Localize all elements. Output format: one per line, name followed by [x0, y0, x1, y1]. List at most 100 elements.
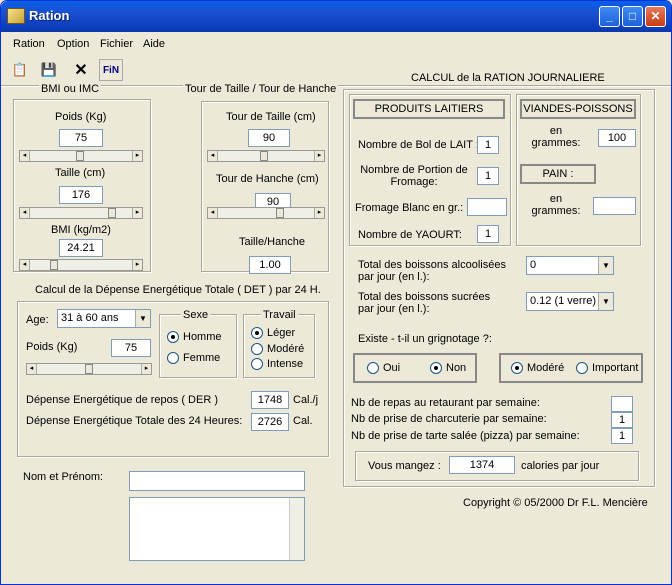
chevron-down-icon[interactable]: ▼ [598, 257, 613, 274]
app-icon [7, 8, 25, 24]
bol-field[interactable]: 1 [477, 136, 499, 154]
calories-unit: calories par jour [521, 460, 600, 472]
tour-group-title: Tour de Taille / Tour de Hanche [183, 83, 339, 95]
chevron-down-icon[interactable]: ▼ [598, 293, 613, 310]
menu-aide[interactable]: Aide [143, 38, 165, 50]
notes-textarea[interactable] [129, 497, 305, 561]
radio-on-icon [430, 362, 442, 374]
maximize-button[interactable]: □ [622, 6, 643, 27]
det-total-label: Dépense Energétique Totale des 24 Heures… [26, 415, 243, 427]
bmi-taille-field[interactable]: 176 [59, 186, 103, 204]
alcool-select[interactable]: 0 ▼ [526, 256, 614, 275]
important-label: Important [592, 362, 639, 374]
bmi-poids-label: Poids (Kg) [55, 111, 107, 123]
restaurant-field[interactable] [611, 396, 633, 412]
alcool-value: 0 [530, 259, 537, 271]
nom-field[interactable] [129, 471, 305, 491]
title-bar[interactable]: Ration _ □ ✕ [1, 1, 671, 32]
det-poids-label: Poids (Kg) [26, 341, 78, 353]
radio-off-icon [167, 352, 179, 364]
radio-intense[interactable]: Intense [251, 358, 303, 370]
chevron-down-icon[interactable]: ▼ [135, 310, 150, 327]
travail-title: Travail [261, 309, 298, 321]
close-button[interactable]: ✕ [645, 6, 666, 27]
radio-on-icon [511, 362, 523, 374]
tour-ratio-field: 1.00 [249, 256, 291, 274]
menu-ration[interactable]: Ration [13, 38, 45, 50]
clipboard-icon[interactable]: 📋 [9, 59, 31, 81]
tarte-field[interactable]: 1 [611, 428, 633, 444]
der-label: Dépense Energétique de repos ( DER ) [26, 394, 218, 406]
radio-off-icon [251, 358, 263, 370]
age-value: 31 à 60 ans [61, 312, 119, 324]
fin-button[interactable]: FiN [99, 59, 123, 81]
save-icon[interactable]: 💾 [38, 59, 60, 81]
tour-taille-label: Tour de Taille (cm) [226, 111, 316, 123]
menu-option[interactable]: Option [57, 38, 89, 50]
radio-on-icon [167, 331, 179, 343]
radio-important[interactable]: Important [576, 362, 638, 374]
menu-fichier[interactable]: Fichier [100, 38, 133, 50]
tarte-label: Nb de prise de tarte salée (pizza) par s… [351, 430, 580, 442]
bmi-taille-slider[interactable]: ◂ ▸ [19, 207, 143, 219]
bmi-value-label: BMI (kg/m2) [51, 224, 111, 236]
radio-grig-modere[interactable]: Modéré [511, 362, 564, 374]
close-icon[interactable]: ✕ [70, 59, 92, 81]
radio-off-icon [251, 343, 263, 355]
radio-off-icon [576, 362, 588, 374]
viandes-unit: en grammes: [531, 125, 581, 149]
modere-label: Modéré [267, 343, 305, 355]
femme-label: Femme [183, 352, 221, 364]
grig-modere-label: Modéré [527, 362, 565, 374]
pain-field[interactable] [593, 197, 636, 215]
homme-label: Homme [183, 331, 222, 343]
fromage-blanc-label: Fromage Blanc en gr.: [355, 202, 464, 214]
det-poids-slider[interactable]: ◂ ▸ [26, 363, 152, 375]
tour-taille-slider[interactable]: ◂ ▸ [207, 150, 325, 162]
fromage-field[interactable]: 1 [477, 167, 499, 185]
alcool-label: Total des boissons alcoolisées par jour … [358, 259, 506, 283]
det-unit: Cal. [293, 415, 313, 427]
minimize-button[interactable]: _ [599, 6, 620, 27]
yaourt-field[interactable]: 1 [477, 225, 499, 243]
copyright: Copyright © 05/2000 Dr F.L. Mencière [463, 497, 648, 509]
intense-label: Intense [267, 358, 304, 370]
radio-on-icon [251, 327, 263, 339]
tour-taille-field[interactable]: 90 [248, 129, 290, 147]
charcuterie-field[interactable]: 1 [611, 412, 633, 428]
radio-modere[interactable]: Modéré [251, 343, 304, 355]
bmi-value-slider[interactable]: ◂ ▸ [19, 259, 143, 271]
grignotage-label: Existe - t-il un grignotage ?: [358, 333, 492, 345]
oui-label: Oui [383, 362, 401, 374]
nom-label: Nom et Prénom: [23, 471, 104, 483]
tour-hanche-slider[interactable]: ◂ ▸ [207, 207, 325, 219]
sucre-select[interactable]: 0.12 (1 verre) ▼ [526, 292, 614, 311]
radio-non[interactable]: Non [430, 362, 466, 374]
bmi-poids-field[interactable]: 75 [59, 129, 103, 147]
viandes-field[interactable]: 100 [598, 129, 636, 147]
det-total-field: 2726 [251, 413, 289, 431]
der-unit: Cal./j [293, 394, 319, 406]
radio-oui[interactable]: Oui [367, 362, 400, 374]
laitiers-title: PRODUITS LAITIERS [353, 99, 505, 119]
charcuterie-label: Nb de prise de charcuterie par semaine: [351, 413, 547, 425]
radio-homme[interactable]: Homme [167, 331, 222, 343]
sucre-label: Total des boissons sucrées par jour (en … [358, 291, 491, 315]
window-title: Ration [29, 8, 70, 23]
bmi-poids-slider[interactable]: ◂ ▸ [19, 150, 143, 162]
det-poids-field[interactable]: 75 [111, 339, 151, 357]
fromage-blanc-field[interactable] [467, 198, 507, 216]
restaurant-label: Nb de repas au retaurant par semaine: [351, 397, 540, 409]
bmi-group-title: BMI ou IMC [39, 83, 102, 95]
sexe-title: Sexe [181, 309, 211, 321]
notes-scrollbar[interactable] [289, 498, 304, 560]
radio-femme[interactable]: Femme [167, 352, 220, 364]
radio-leger[interactable]: Léger [251, 327, 295, 339]
tour-ratio-label: Taille/Hanche [239, 236, 306, 248]
det-title: Calcul de la Dépense Energétique Totale … [35, 284, 321, 296]
age-select[interactable]: 31 à 60 ans ▼ [57, 309, 151, 328]
non-label: Non [446, 362, 467, 374]
bol-label: Nombre de Bol de LAIT : [358, 139, 479, 151]
bmi-taille-label: Taille (cm) [55, 167, 106, 179]
app-window: Ration _ □ ✕ Ration Option Fichier Aide … [0, 0, 672, 585]
